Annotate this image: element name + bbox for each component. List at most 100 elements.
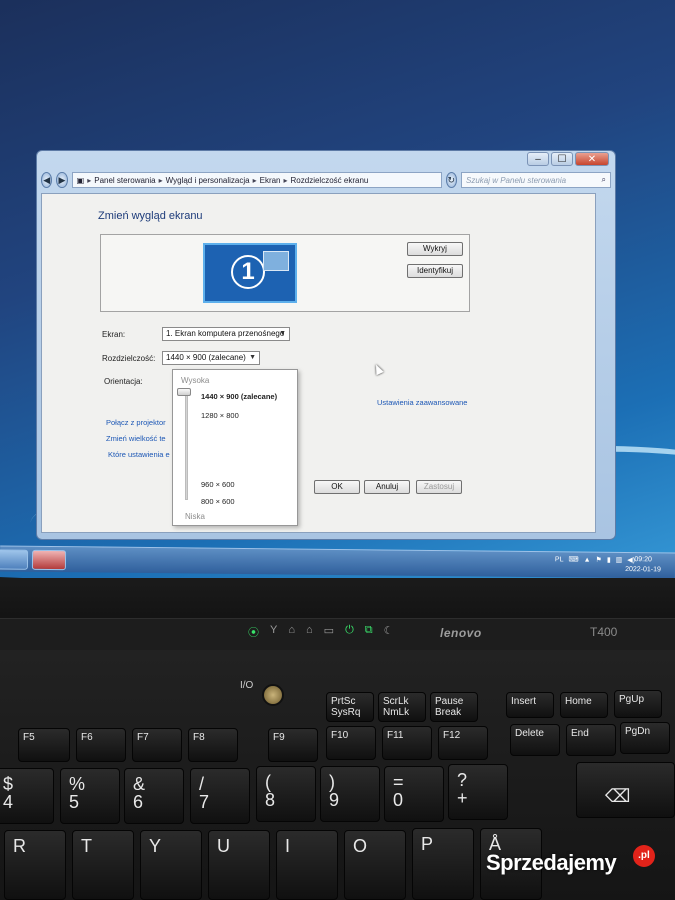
battery-indicator-icon: ⧉ — [364, 624, 373, 636]
refresh-icon[interactable]: ↻ — [445, 172, 457, 188]
key-end[interactable]: End — [566, 724, 616, 756]
resolution-slider-track[interactable] — [185, 392, 188, 500]
key-8[interactable]: ( 8 — [256, 766, 316, 822]
key-f5[interactable]: F5 — [18, 728, 70, 762]
breadcrumb-separator: ▸ — [252, 175, 257, 185]
backspace-icon: ⌫ — [605, 786, 631, 806]
resolution-option[interactable]: 960 × 600 — [201, 480, 235, 489]
close-button[interactable]: ✕ — [575, 152, 609, 166]
key-t[interactable]: T — [72, 830, 134, 900]
key-f12[interactable]: F12 — [438, 726, 488, 760]
key-f10[interactable]: F10 — [326, 726, 376, 760]
key-home[interactable]: Home — [560, 692, 608, 718]
key-4[interactable]: $ 4 — [0, 768, 54, 824]
key-y[interactable]: Y — [140, 830, 202, 900]
control-panel-window: – ☐ ✕ ◀ ▶ ▣ ▸ Panel sterowania ▸ Wygląd … — [36, 150, 616, 540]
key-insert[interactable]: Insert — [506, 692, 554, 718]
apply-button[interactable]: Zastosuj — [416, 480, 462, 494]
resolution-slider-thumb[interactable] — [177, 388, 191, 396]
clock-time: 09:20 — [634, 556, 652, 564]
resolution-select-value: 1440 × 900 (zalecane) — [166, 353, 246, 362]
chevron-down-icon: ▼ — [279, 330, 286, 337]
display-select-value: 1. Ekran komputera przenośnego — [166, 329, 285, 338]
clock-date: 2022-01-19 — [625, 566, 661, 574]
monitor-preview-area: 1 Wykryj Identyfikuj — [100, 234, 470, 312]
photo-scene: – ☐ ✕ ◀ ▶ ▣ ▸ Panel sterowania ▸ Wygląd … — [0, 0, 675, 900]
maximize-button[interactable]: ☐ — [551, 152, 573, 166]
key-r[interactable]: R — [4, 830, 66, 900]
key-0[interactable]: = 0 — [384, 766, 444, 822]
language-indicator[interactable]: PL — [555, 556, 564, 563]
taskbar-item-control-panel[interactable] — [31, 549, 67, 571]
key-pgup[interactable]: PgUp — [614, 690, 662, 718]
system-tray: PL ⌨ ▲ ⚑ ▮ ▥ ◀) — [555, 555, 635, 564]
key-f7[interactable]: F7 — [132, 728, 182, 762]
ok-button[interactable]: OK — [314, 480, 360, 494]
dropdown-high-label: Wysoka — [181, 376, 210, 385]
power-button[interactable] — [262, 684, 284, 706]
key-pgdn[interactable]: PgDn — [620, 722, 670, 754]
flag-icon[interactable]: ⚑ — [596, 556, 602, 564]
identify-button[interactable]: Identyfikuj — [407, 264, 463, 278]
key-9[interactable]: ) 9 — [320, 766, 380, 822]
key-backspace[interactable]: ⌫ — [576, 762, 675, 818]
connect-projector-link[interactable]: Połącz z projektor — [106, 418, 166, 427]
clock[interactable]: 09:20 2022-01-19 — [625, 555, 661, 575]
breadcrumb-separator: ▸ — [87, 175, 92, 185]
cancel-button[interactable]: Anuluj — [364, 480, 410, 494]
key-pause[interactable]: Pause Break — [430, 692, 478, 722]
back-icon[interactable]: ◀ — [41, 172, 53, 188]
battery-icon[interactable]: ▮ — [607, 556, 611, 564]
minimize-button[interactable]: – — [527, 152, 549, 166]
which-settings-link[interactable]: Które ustawienia e — [108, 450, 170, 459]
taskbar-item-network[interactable] — [0, 549, 29, 570]
search-box[interactable]: Szukaj w Panelu sterowania ⌕ — [460, 172, 611, 188]
computer-icon — [263, 251, 289, 271]
resolution-option[interactable]: 1440 × 900 (zalecane) — [201, 392, 277, 401]
display-select[interactable]: 1. Ekran komputera przenośnego ▼ — [162, 327, 290, 341]
address-bar[interactable]: ▣ ▸ Panel sterowania ▸ Wygląd i personal… — [71, 172, 442, 188]
key-prtsc[interactable]: PrtSc SysRq — [326, 692, 374, 722]
resolution-select[interactable]: 1440 × 900 (zalecane) ▼ — [162, 351, 260, 365]
monitor-1-tile[interactable]: 1 — [203, 243, 297, 303]
resolution-label: Rozdzielczość: — [102, 354, 156, 363]
key-scrlk[interactable]: ScrLk NmLk — [378, 692, 426, 722]
breadcrumb-separator: ▸ — [283, 175, 288, 185]
key-u[interactable]: U — [208, 830, 270, 900]
key-7[interactable]: / 7 — [190, 768, 250, 824]
key-o[interactable]: O — [344, 830, 406, 900]
advanced-settings-link[interactable]: Ustawienia zaawansowane — [377, 398, 467, 407]
key-6[interactable]: & 6 — [124, 768, 184, 824]
breadcrumb-control-panel[interactable]: Panel sterowania — [94, 176, 155, 185]
resolution-option[interactable]: 800 × 600 — [201, 497, 235, 506]
chevron-up-icon[interactable]: ▲ — [584, 556, 591, 563]
resolution-option[interactable]: 1280 × 800 — [201, 411, 239, 420]
keyboard-icon[interactable]: ⌨ — [568, 555, 578, 563]
detect-button[interactable]: Wykryj — [407, 242, 463, 256]
control-panel-icon: ▣ — [76, 175, 85, 185]
mouse-cursor-icon — [372, 362, 384, 376]
breadcrumb-display[interactable]: Ekran — [260, 176, 281, 185]
key-question[interactable]: ? + — [448, 764, 508, 820]
forward-icon[interactable]: ▶ — [56, 172, 68, 188]
network-icon[interactable]: ▥ — [616, 556, 623, 564]
breadcrumb-resolution[interactable]: Rozdzielczość ekranu — [291, 176, 369, 185]
search-placeholder: Szukaj w Panelu sterowania — [465, 175, 567, 185]
key-f8[interactable]: F8 — [188, 728, 238, 762]
breadcrumb-appearance[interactable]: Wygląd i personalizacja — [166, 176, 250, 185]
key-p[interactable]: P — [412, 828, 474, 900]
text-size-link[interactable]: Zmień wielkość te — [106, 434, 166, 443]
moon-icon: ☾ — [383, 625, 394, 637]
key-f9[interactable]: F9 — [268, 728, 318, 762]
key-i[interactable]: I — [276, 830, 338, 900]
key-5[interactable]: % 5 — [60, 768, 120, 824]
address-bar-row: ◀ ▶ ▣ ▸ Panel sterowania ▸ Wygląd i pers… — [41, 171, 611, 189]
page-title: Zmień wygląd ekranu — [98, 210, 203, 222]
key-f6[interactable]: F6 — [76, 728, 126, 762]
key-delete[interactable]: Delete — [510, 724, 560, 756]
drive-icon: ▭ — [323, 625, 335, 637]
breadcrumb-separator: ▸ — [158, 175, 163, 185]
chevron-down-icon: ▼ — [249, 354, 256, 361]
key-f11[interactable]: F11 — [382, 726, 432, 760]
wifi-indicator-icon: ⦿ — [248, 627, 259, 639]
